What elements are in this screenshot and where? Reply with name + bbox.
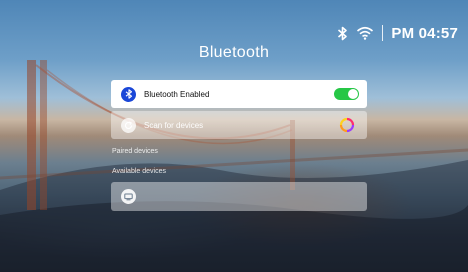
bluetooth-settings-screen: PM 04:57 Bluetooth Bluetooth Enabled Sca… xyxy=(0,0,468,272)
bluetooth-icon xyxy=(337,26,348,41)
status-bar: PM 04:57 xyxy=(337,24,458,42)
refresh-icon xyxy=(121,117,136,133)
status-divider xyxy=(382,25,384,41)
bluetooth-icon xyxy=(121,86,136,102)
scan-for-devices-label: Scan for devices xyxy=(144,120,204,130)
page-title: Bluetooth xyxy=(198,44,270,61)
wifi-icon xyxy=(356,26,374,40)
toggle-knob xyxy=(348,89,358,99)
scan-for-devices-row[interactable]: Scan for devices xyxy=(111,111,367,139)
available-device-item[interactable] xyxy=(111,182,367,211)
bluetooth-enabled-row[interactable]: Bluetooth Enabled xyxy=(111,80,367,108)
available-devices-heading: Available devices xyxy=(112,168,166,175)
paired-devices-heading: Paired devices xyxy=(112,148,158,155)
clock: PM 04:57 xyxy=(391,24,458,42)
bluetooth-enabled-label: Bluetooth Enabled xyxy=(144,89,210,99)
loading-spinner-icon xyxy=(339,117,355,133)
device-icon xyxy=(121,189,136,204)
bluetooth-toggle[interactable] xyxy=(334,88,359,100)
